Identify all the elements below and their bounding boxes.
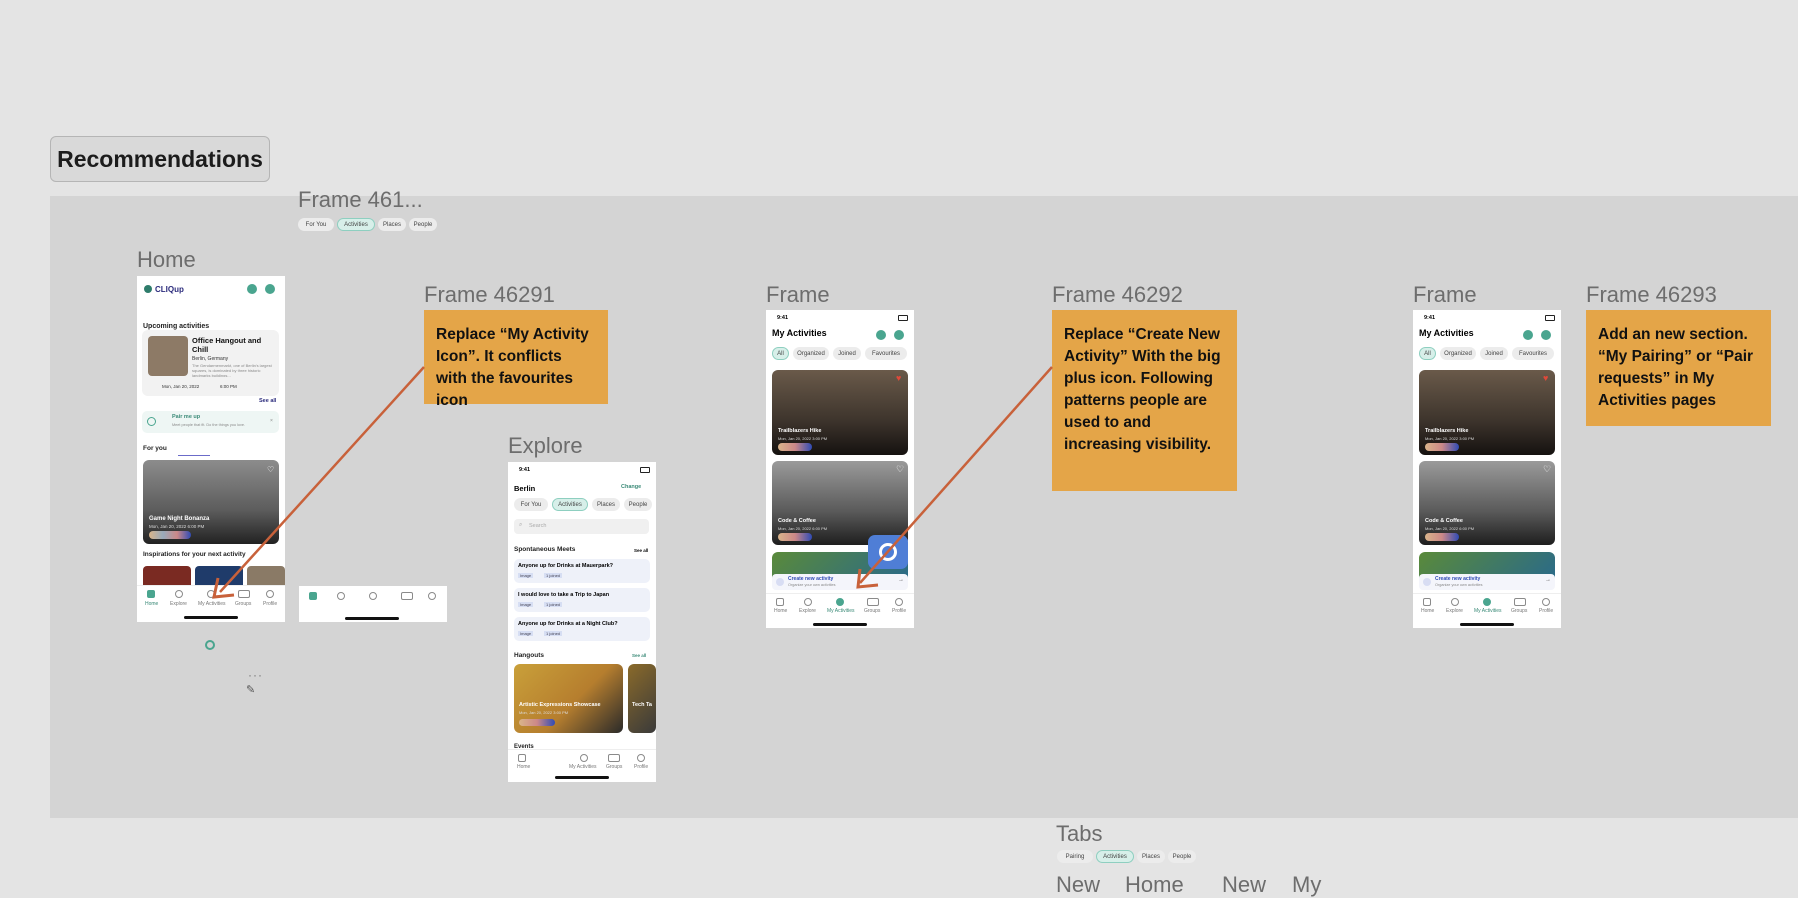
arrow-head [856,568,879,589]
arrow-line [219,366,425,593]
chip-activities[interactable]: Activities [1096,850,1134,863]
chip-places[interactable]: Places [1137,850,1165,863]
tabs-chip-row: Pairing Activities Places People [1057,849,1201,866]
chip-people[interactable]: People [1168,850,1196,863]
chip-pairing[interactable]: Pairing [1057,850,1093,863]
frame-label-cut[interactable]: New [1222,872,1266,898]
frame-label-cut[interactable]: My [1292,872,1321,898]
frame-label-cut[interactable]: Home [1125,872,1184,898]
annotation-arrows [212,366,1053,599]
arrow-line [859,366,1053,584]
frame-label-cut[interactable]: New [1056,872,1100,898]
